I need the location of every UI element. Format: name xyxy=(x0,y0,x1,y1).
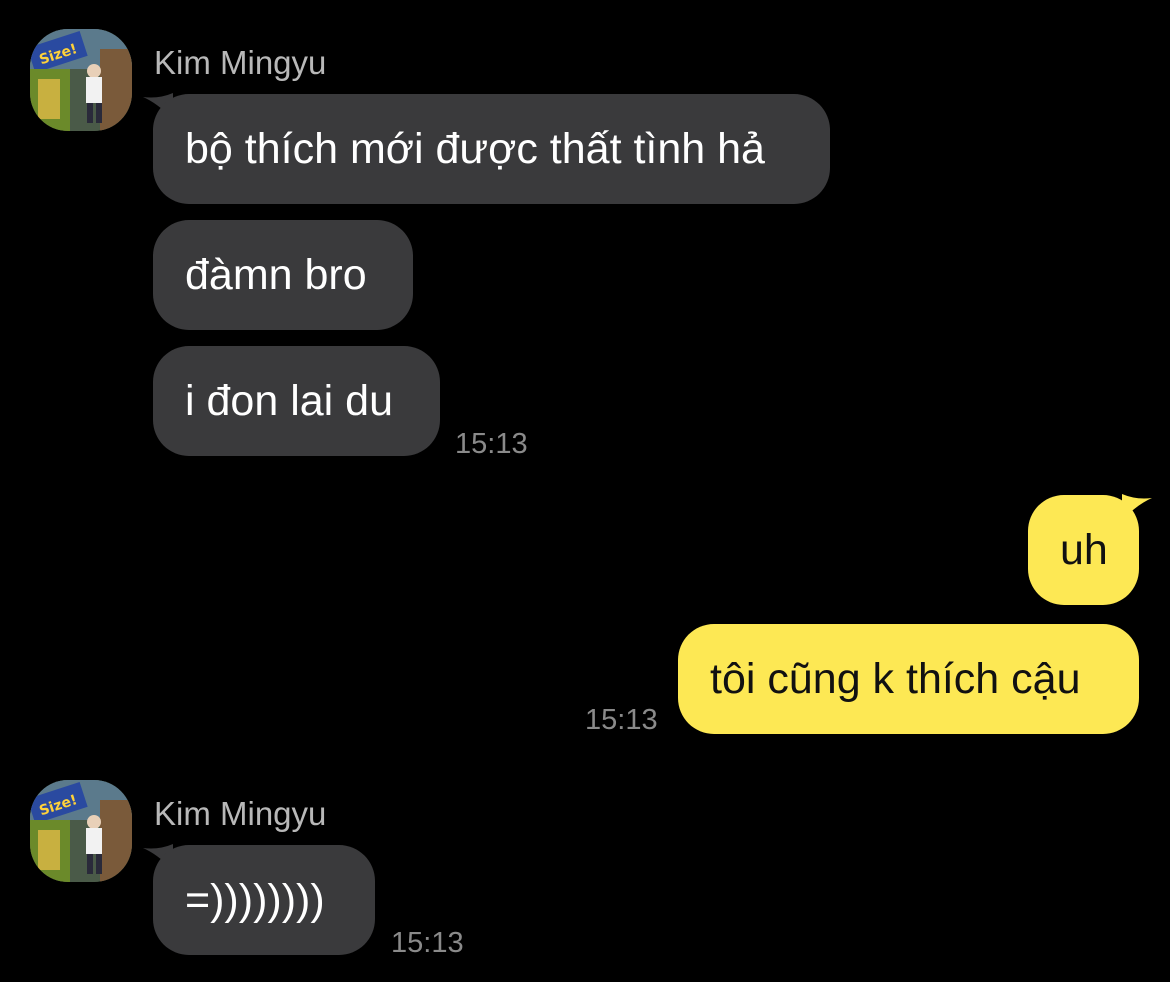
incoming-message-bubble[interactable]: bộ thích mới được thất tình hả xyxy=(153,94,830,204)
sender-name: Kim Mingyu xyxy=(154,44,327,81)
incoming-message-bubble[interactable]: i đon lai du xyxy=(153,346,440,456)
message-timestamp: 15:13 xyxy=(391,927,464,959)
message-text: đàmn bro xyxy=(185,250,367,299)
avatar-photo-icon: Size! xyxy=(30,29,132,131)
incoming-message-bubble[interactable]: đàmn bro xyxy=(153,220,413,330)
sender-name: Kim Mingyu xyxy=(154,795,327,832)
message-text: bộ thích mới được thất tình hả xyxy=(185,124,765,173)
incoming-message-bubble[interactable]: =)))))))) xyxy=(153,845,375,955)
outgoing-message-bubble[interactable]: uh xyxy=(1028,495,1139,605)
message-text: =)))))))) xyxy=(185,875,325,924)
message-text: i đon lai du xyxy=(185,376,393,425)
message-timestamp: 15:13 xyxy=(455,428,528,460)
contact-avatar[interactable]: Size! xyxy=(30,29,132,131)
outgoing-message-bubble[interactable]: tôi cũng k thích cậu xyxy=(678,624,1139,734)
contact-avatar[interactable]: Size! xyxy=(30,780,132,882)
message-timestamp: 15:13 xyxy=(585,704,658,736)
message-text: tôi cũng k thích cậu xyxy=(710,654,1081,703)
avatar-photo-icon: Size! xyxy=(30,780,132,882)
message-text: uh xyxy=(1060,525,1108,574)
